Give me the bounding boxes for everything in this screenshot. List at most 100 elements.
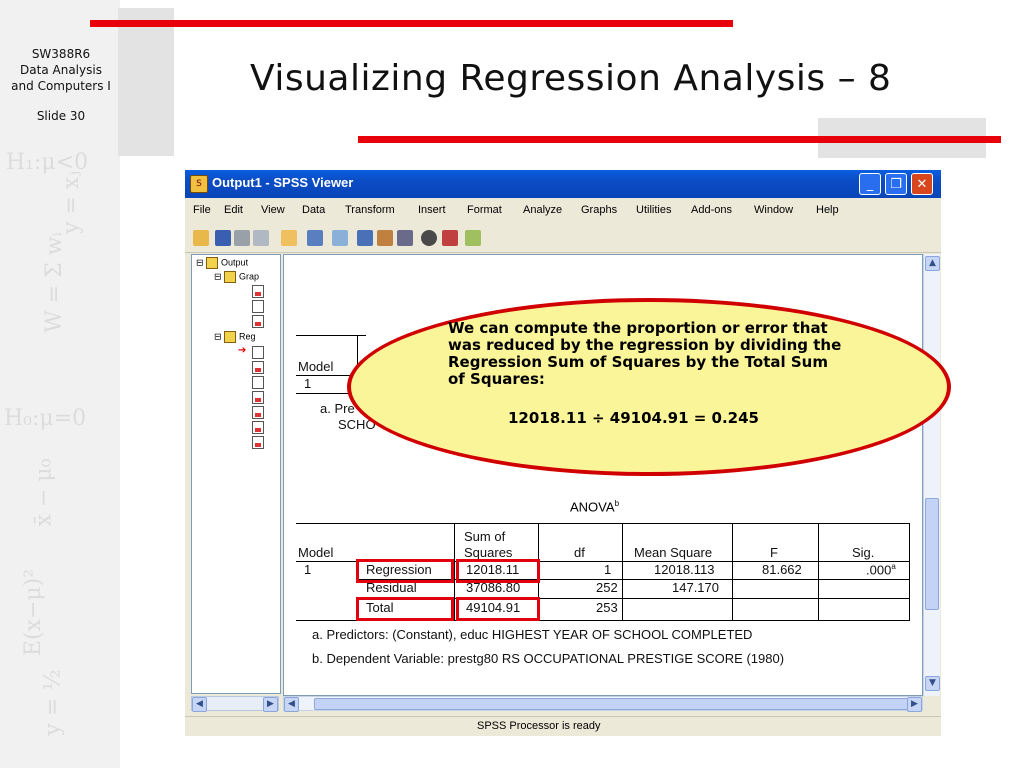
anova-title-text: ANOVA bbox=[570, 499, 615, 515]
scroll-left-icon[interactable]: ◀ bbox=[284, 697, 299, 712]
scroll-right-icon[interactable]: ▶ bbox=[263, 697, 278, 712]
chart-icon[interactable] bbox=[377, 230, 393, 246]
output-item-icon[interactable] bbox=[252, 361, 264, 374]
anova-row-sig-sup: a bbox=[891, 562, 896, 571]
watermark-glyph: H₀:μ=0 bbox=[4, 406, 87, 431]
scroll-up-icon[interactable]: ▲ bbox=[925, 256, 940, 271]
menu-help[interactable]: Help bbox=[816, 204, 839, 216]
anova-footnote-b: b. Dependent Variable: prestg80 RS OCCUP… bbox=[312, 651, 785, 666]
anova-row-sig: .000a bbox=[866, 562, 896, 577]
scroll-left-icon[interactable]: ◀ bbox=[192, 697, 207, 712]
menu-format[interactable]: Format bbox=[467, 204, 502, 216]
book-icon bbox=[224, 271, 237, 283]
scroll-right-icon[interactable]: ▶ bbox=[907, 697, 922, 712]
save-icon[interactable] bbox=[215, 230, 231, 246]
status-text: SPSS Processor is ready bbox=[477, 720, 601, 732]
tree-node-output[interactable]: ⊟ Output bbox=[196, 257, 248, 269]
table-rule bbox=[296, 335, 366, 336]
content-horizontal-scrollbar[interactable]: ◀ ▶ bbox=[283, 696, 923, 712]
tree-node-regression[interactable]: ⊟ Reg bbox=[214, 331, 256, 343]
tree-node-label: Reg bbox=[239, 331, 256, 342]
output-item-icon[interactable] bbox=[252, 436, 264, 449]
export-icon[interactable] bbox=[281, 230, 297, 246]
output-item-icon[interactable] bbox=[252, 300, 264, 313]
tree-node-label: Output bbox=[221, 257, 249, 268]
formula-watermark: H₁:μ<0 y = xⱼ W = Σ wᵢ H₀:μ=0 x̄ − μ₀ E(… bbox=[0, 150, 118, 760]
menu-utilities[interactable]: Utilities bbox=[636, 204, 671, 216]
print-icon[interactable] bbox=[234, 230, 250, 246]
anova-title: ANOVAb bbox=[570, 499, 619, 514]
highlight-total-label bbox=[356, 597, 454, 621]
highlight-regression-label bbox=[356, 559, 454, 583]
open-folder-icon[interactable] bbox=[193, 230, 209, 246]
scroll-down-icon[interactable]: ▼ bbox=[925, 676, 940, 691]
close-button[interactable]: ✕ bbox=[911, 173, 933, 195]
menu-bar: File Edit View Data Transform Insert For… bbox=[185, 200, 941, 220]
output-item-icon[interactable] bbox=[252, 376, 264, 389]
goto-data-icon[interactable] bbox=[357, 230, 373, 246]
tree-node-graph[interactable]: ⊟ Grap bbox=[214, 271, 259, 283]
menu-transform[interactable]: Transform bbox=[345, 204, 395, 216]
tree-node-label: Grap bbox=[239, 271, 260, 282]
menu-graphs[interactable]: Graphs bbox=[581, 204, 617, 216]
accent-bar-top bbox=[90, 20, 733, 27]
table-rule bbox=[818, 523, 819, 621]
content-vertical-scrollbar[interactable]: ▲ ▼ bbox=[923, 254, 940, 696]
menu-window[interactable]: Window bbox=[754, 204, 793, 216]
book-icon bbox=[206, 257, 219, 269]
menu-data[interactable]: Data bbox=[302, 204, 325, 216]
anova-footnote-a: a. Predictors: (Constant), educ HIGHEST … bbox=[312, 627, 753, 642]
maximize-button[interactable]: ❐ bbox=[885, 173, 907, 195]
model-summary-header-model: Model bbox=[298, 359, 334, 374]
anova-header-sig: Sig. bbox=[852, 545, 875, 560]
menu-view[interactable]: View bbox=[261, 204, 285, 216]
menu-analyze[interactable]: Analyze bbox=[523, 204, 562, 216]
toolbar bbox=[185, 224, 941, 253]
anova-row-df: 253 bbox=[596, 600, 618, 615]
designate-window-icon[interactable] bbox=[465, 230, 481, 246]
menu-addons[interactable]: Add-ons bbox=[691, 204, 732, 216]
output-item-icon[interactable] bbox=[252, 285, 264, 298]
anova-row-sig-value: .000 bbox=[866, 562, 892, 578]
course-code: SW388R6 bbox=[31, 47, 91, 61]
table-rule bbox=[732, 523, 733, 621]
anova-title-sup: b bbox=[614, 499, 620, 508]
menu-edit[interactable]: Edit bbox=[224, 204, 243, 216]
chart-item-icon[interactable] bbox=[252, 315, 264, 328]
variables-icon[interactable] bbox=[397, 230, 413, 246]
dialog-recall-icon[interactable] bbox=[307, 230, 323, 246]
highlight-total-ss bbox=[456, 597, 540, 621]
anova-header-ss-1: Sum of bbox=[464, 529, 506, 544]
watermark-glyph: W = Σ wᵢ bbox=[41, 232, 67, 333]
menu-insert[interactable]: Insert bbox=[418, 204, 446, 216]
course-name-line1: Data Analysis bbox=[20, 63, 102, 77]
output-item-icon[interactable] bbox=[252, 391, 264, 404]
watermark-glyph: y = ½ bbox=[40, 669, 66, 736]
slide-title: Visualizing Regression Analysis – 8 bbox=[250, 58, 892, 99]
window-title: Output1 - SPSS Viewer bbox=[212, 175, 354, 190]
window-titlebar[interactable]: S Output1 - SPSS Viewer _ ❐ ✕ bbox=[185, 170, 941, 198]
slide-meta: SW388R6 Data Analysis and Computers I Sl… bbox=[0, 46, 122, 124]
anova-header-f: F bbox=[770, 545, 778, 560]
anova-row-f: 81.662 bbox=[762, 562, 802, 577]
anova-row-ms: 147.170 bbox=[672, 580, 719, 595]
vertical-scroll-thumb[interactable] bbox=[925, 498, 939, 610]
output-item-icon[interactable] bbox=[252, 346, 264, 359]
anova-header-ms: Mean Square bbox=[634, 545, 713, 560]
outline-horizontal-scrollbar[interactable]: ◀ ▶ bbox=[191, 696, 279, 712]
output-item-icon[interactable] bbox=[252, 421, 264, 434]
accent-bar-bottom bbox=[358, 136, 1001, 143]
insert-case-icon[interactable] bbox=[442, 230, 458, 246]
menu-file[interactable]: File bbox=[193, 204, 211, 216]
model-summary-footnote-a: a. Pre bbox=[320, 401, 355, 416]
undo-icon[interactable] bbox=[332, 230, 348, 246]
horizontal-scroll-thumb[interactable] bbox=[314, 698, 910, 710]
print-preview-icon[interactable] bbox=[253, 230, 269, 246]
model-summary-row-1: 1 bbox=[304, 376, 312, 391]
minimize-button[interactable]: _ bbox=[859, 173, 881, 195]
anova-model-number: 1 bbox=[304, 562, 312, 577]
watermark-glyph: x̄ − μ₀ bbox=[31, 458, 57, 527]
spss-app-icon: S bbox=[190, 175, 208, 193]
output-item-icon[interactable] bbox=[252, 406, 264, 419]
select-cases-icon[interactable] bbox=[421, 230, 437, 246]
